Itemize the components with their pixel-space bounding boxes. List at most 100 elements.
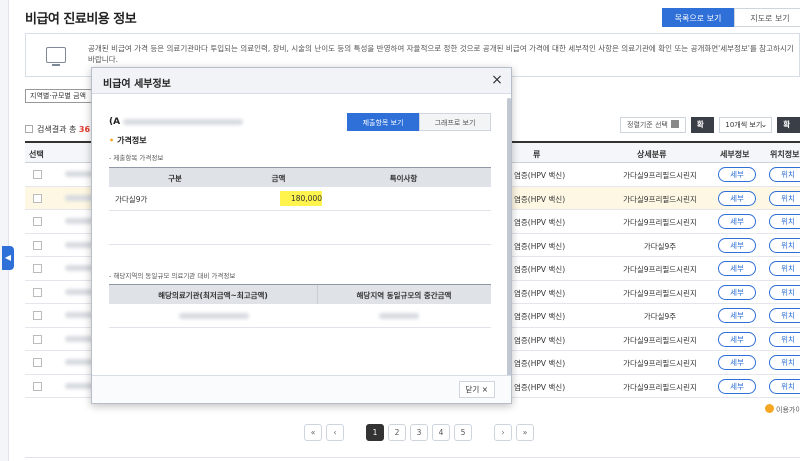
row-checkbox[interactable] — [33, 334, 42, 344]
notice-text: 공개된 비급여 가격 등은 의료기관마다 투입되는 의료인력, 장비, 시술의 … — [88, 44, 794, 64]
map-view-button[interactable]: 지도로 보기 — [734, 8, 800, 27]
detail-button[interactable]: 세부 — [718, 190, 756, 206]
modal-header: 비급여 세부정보 × — [92, 68, 511, 94]
row-detail: 가다실9프리필드시린지 — [623, 288, 697, 298]
sort-confirm-button[interactable]: 확인 — [690, 117, 715, 145]
detail-button[interactable]: 세부 — [718, 261, 756, 276]
page-3[interactable]: 3 — [410, 424, 428, 441]
close-icon[interactable]: × — [488, 71, 506, 89]
detail-button[interactable]: 세부 — [718, 214, 756, 229]
next-page-button[interactable]: › — [494, 424, 512, 441]
price-row: 가다실9가 180,000 — [109, 187, 491, 211]
compare-table: 해당의료기관(최저금액~최고금액) 해당지역 동일규모의 중간금액 — [109, 284, 491, 328]
item-name: 가다실9가 — [115, 195, 148, 204]
col-region-median: 해당지역 동일규모의 중간금액 — [356, 291, 452, 300]
detail-button[interactable]: 세부 — [718, 355, 756, 370]
detail-button[interactable]: 세부 — [718, 308, 756, 323]
col-detail: 상세분류 — [637, 150, 667, 159]
row-detail: 가다실9프리필드시린지 — [623, 171, 697, 180]
view-toggle: 목록으로 보기 지도로 보기 — [662, 8, 800, 27]
row-detail: 가다실9프리필드시린지 — [623, 194, 697, 204]
price-section-title: • 가격정보 — [109, 135, 147, 146]
hospital-range-redacted — [179, 313, 249, 319]
guide-note: 이용가이 — [765, 404, 800, 415]
guide-note-text: 이용가이 — [776, 406, 800, 414]
row-category: 염증(HPV 백신) — [514, 171, 566, 180]
location-button[interactable]: 위치 — [769, 190, 800, 206]
modal-footer: 닫기 × — [92, 375, 511, 403]
row-detail: 가다실9주 — [643, 312, 677, 321]
location-button[interactable]: 위치 — [769, 355, 800, 370]
page-5[interactable]: 5 — [454, 424, 472, 441]
modal-view-toggle: 제출항목 보기 그래프로 보기 — [347, 113, 491, 131]
compare-row — [109, 304, 491, 328]
row-checkbox[interactable] — [33, 240, 42, 250]
location-button[interactable]: 위치 — [769, 308, 800, 323]
page-size-confirm-button[interactable]: 확인 — [777, 117, 800, 145]
price-table-header: 구분 금액 특이사항 — [109, 167, 491, 187]
graph-view-button[interactable]: 그래프로 보기 — [419, 113, 491, 131]
close-button[interactable]: 닫기 × — [458, 381, 495, 398]
col-location: 위치정보 — [770, 150, 800, 159]
prev-page-button[interactable]: ‹ — [326, 424, 344, 441]
row-checkbox[interactable] — [33, 311, 42, 320]
sidebar-toggle-handle[interactable]: ◀ — [2, 246, 14, 270]
row-checkbox[interactable] — [33, 170, 42, 179]
page-title: 비급여 진료비용 정보 — [25, 12, 137, 27]
row-detail: 가다실9프리필드시린지 — [623, 359, 697, 368]
col-category: 류 — [533, 150, 541, 159]
col-item: 구분 — [168, 174, 182, 183]
row-checkbox[interactable] — [33, 358, 42, 367]
detail-button[interactable]: 세부 — [718, 167, 756, 182]
page-size-value: 10개씩 보기 — [725, 121, 763, 129]
region-select[interactable]: 지역별·규모별 금액 — [25, 89, 93, 103]
detail-button[interactable]: 세부 — [718, 378, 756, 394]
hospital-name: (A — [109, 117, 120, 127]
compare-table-header: 해당의료기관(최저금액~최고금액) 해당지역 동일규모의 중간금액 — [109, 284, 491, 304]
list-view-button[interactable]: 목록으로 보기 — [662, 8, 734, 27]
location-button[interactable]: 위치 — [769, 261, 800, 276]
col-info: 세부정보 — [720, 150, 750, 159]
row-detail: 가다실9프리필드시린지 — [623, 335, 697, 345]
page-size-select[interactable]: 10개씩 보기 ⌄ — [719, 117, 773, 133]
location-button[interactable]: 위치 — [769, 214, 800, 229]
sort-label: 정렬기준 선택 — [627, 121, 668, 129]
row-category: 염증(HPV 백신) — [514, 359, 566, 368]
row-category: 염증(HPV 백신) — [514, 241, 566, 251]
result-count: 검색결과 총 361 — [25, 124, 96, 135]
row-detail: 가다실9프리필드시린지 — [623, 218, 697, 227]
submitted-items-button[interactable]: 제출항목 보기 — [347, 113, 419, 131]
row-checkbox[interactable] — [33, 287, 42, 297]
location-button[interactable]: 위치 — [769, 331, 800, 347]
row-checkbox[interactable] — [33, 381, 42, 391]
info-icon — [765, 404, 774, 413]
modal-scrollbar[interactable] — [507, 98, 511, 396]
row-category: 염증(HPV 백신) — [514, 382, 566, 392]
page-2[interactable]: 2 — [388, 424, 406, 441]
footer-divider — [25, 457, 800, 458]
row-detail: 가다실9프리필드시린지 — [623, 265, 697, 274]
sort-icon — [670, 120, 679, 128]
row-checkbox[interactable] — [33, 193, 42, 203]
location-button[interactable]: 위치 — [769, 237, 800, 253]
sort-select-button[interactable]: 정렬기준 선택 — [620, 117, 686, 133]
location-button[interactable]: 위치 — [769, 378, 800, 394]
bullet-icon: • — [109, 136, 115, 145]
last-page-button[interactable]: » — [516, 424, 534, 441]
detail-button[interactable]: 세부 — [718, 284, 756, 300]
first-page-button[interactable]: « — [304, 424, 322, 441]
location-button[interactable]: 위치 — [769, 167, 800, 182]
row-checkbox[interactable] — [33, 264, 42, 273]
row-category: 염증(HPV 백신) — [514, 335, 566, 345]
region-median-redacted — [379, 313, 419, 319]
row-category: 염증(HPV 백신) — [514, 288, 566, 298]
detail-button[interactable]: 세부 — [718, 237, 756, 253]
page-1[interactable]: 1 — [366, 424, 384, 441]
result-count-prefix: 검색결과 총 — [37, 125, 79, 134]
row-checkbox[interactable] — [33, 217, 42, 226]
detail-button[interactable]: 세부 — [718, 331, 756, 347]
select-all-checkbox[interactable] — [25, 125, 33, 133]
page-4[interactable]: 4 — [432, 424, 450, 441]
col-note: 특이사항 — [389, 174, 418, 183]
location-button[interactable]: 위치 — [769, 284, 800, 300]
